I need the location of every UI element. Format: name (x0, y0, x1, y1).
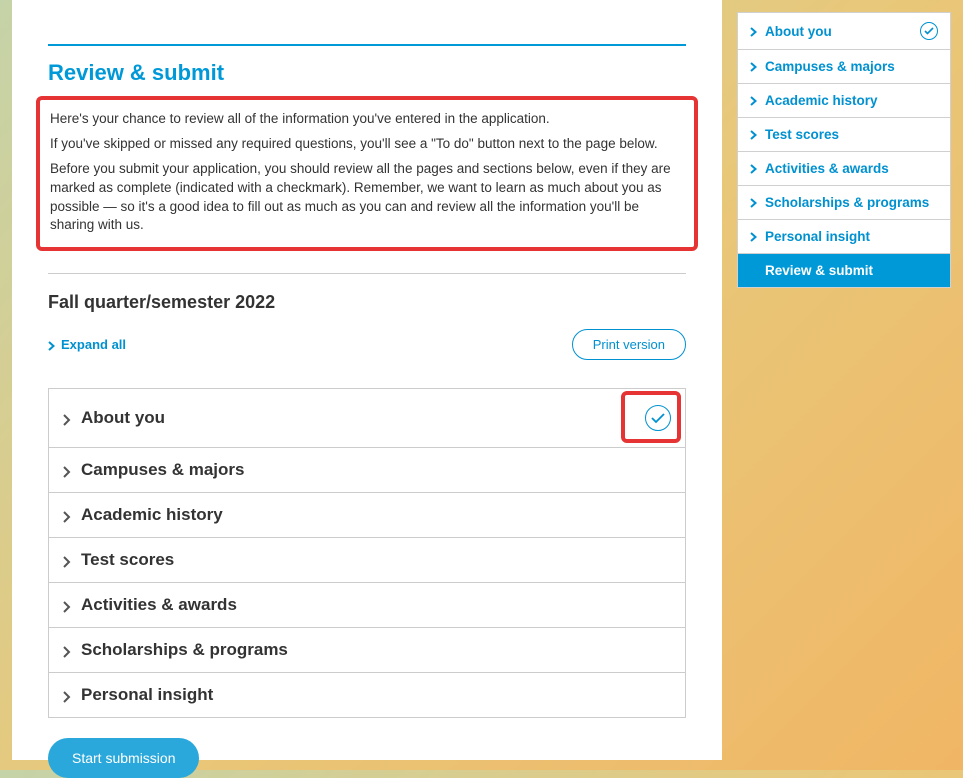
chevron-right-icon (750, 60, 757, 74)
accordion-label: Activities & awards (81, 595, 237, 615)
intro-paragraph-3: Before you submit your application, you … (50, 160, 684, 236)
accordion-row-about-you[interactable]: About you (49, 389, 685, 448)
top-rule (48, 44, 686, 46)
accordion-label: Scholarships & programs (81, 640, 288, 660)
accordion-label: Campuses & majors (81, 460, 244, 480)
complete-indicator (645, 405, 671, 431)
complete-indicator (920, 22, 938, 40)
intro-paragraph-1: Here's your chance to review all of the … (50, 110, 684, 129)
chevron-right-icon (750, 128, 757, 142)
nav-item-academic-history[interactable]: Academic history (738, 84, 950, 118)
accordion-label: About you (81, 408, 165, 428)
nav-item-about-you[interactable]: About you (738, 13, 950, 50)
chevron-right-icon (63, 410, 71, 426)
nav-label: Activities & awards (765, 161, 889, 176)
chevron-right-icon (750, 24, 757, 38)
chevron-right-icon (750, 94, 757, 108)
intro-paragraph-2: If you've skipped or missed any required… (50, 135, 684, 154)
chevron-right-icon (750, 230, 757, 244)
chevron-right-icon (63, 552, 71, 568)
accordion-row-campuses-majors[interactable]: Campuses & majors (49, 448, 685, 493)
accordion-row-activities-awards[interactable]: Activities & awards (49, 583, 685, 628)
term-title: Fall quarter/semester 2022 (48, 292, 686, 313)
accordion-label: Personal insight (81, 685, 213, 705)
accordion-label: Test scores (81, 550, 174, 570)
nav-label: Academic history (765, 93, 878, 108)
nav-item-campuses-majors[interactable]: Campuses & majors (738, 50, 950, 84)
accordion-row-scholarships-programs[interactable]: Scholarships & programs (49, 628, 685, 673)
chevron-right-icon (63, 462, 71, 478)
accordion-row-test-scores[interactable]: Test scores (49, 538, 685, 583)
accordion-row-personal-insight[interactable]: Personal insight (49, 673, 685, 717)
accordion: About you Campuses & majors Academic his… (48, 388, 686, 718)
nav-item-review-submit[interactable]: Review & submit (738, 254, 950, 287)
page-title: Review & submit (48, 60, 686, 86)
expand-all-link[interactable]: Expand all (48, 337, 126, 352)
start-submission-button[interactable]: Start submission (48, 738, 199, 778)
divider (48, 273, 686, 274)
toolbar-row: Expand all Print version (48, 329, 686, 360)
nav-item-test-scores[interactable]: Test scores (738, 118, 950, 152)
chevron-right-icon (63, 642, 71, 658)
nav-item-personal-insight[interactable]: Personal insight (738, 220, 950, 254)
nav-item-scholarships-programs[interactable]: Scholarships & programs (738, 186, 950, 220)
nav-label: Test scores (765, 127, 839, 142)
nav-label: Review & submit (765, 263, 873, 278)
main-panel: Review & submit Here's your chance to re… (12, 0, 722, 760)
nav-item-activities-awards[interactable]: Activities & awards (738, 152, 950, 186)
side-navigation: About you Campuses & majors Academic his… (737, 12, 951, 288)
chevron-right-icon (48, 337, 55, 352)
accordion-label: Academic history (81, 505, 223, 525)
nav-label: Campuses & majors (765, 59, 895, 74)
nav-label: Personal insight (765, 229, 870, 244)
chevron-right-icon (63, 597, 71, 613)
checkmark-circle-icon (920, 22, 938, 40)
chevron-right-icon (750, 162, 757, 176)
checkmark-circle-icon (645, 405, 671, 431)
chevron-right-icon (63, 687, 71, 703)
nav-label: About you (765, 24, 832, 39)
print-version-button[interactable]: Print version (572, 329, 686, 360)
chevron-right-icon (750, 196, 757, 210)
nav-label: Scholarships & programs (765, 195, 929, 210)
accordion-row-academic-history[interactable]: Academic history (49, 493, 685, 538)
intro-highlight-box: Here's your chance to review all of the … (36, 96, 698, 251)
expand-all-label: Expand all (61, 337, 126, 352)
chevron-right-icon (63, 507, 71, 523)
